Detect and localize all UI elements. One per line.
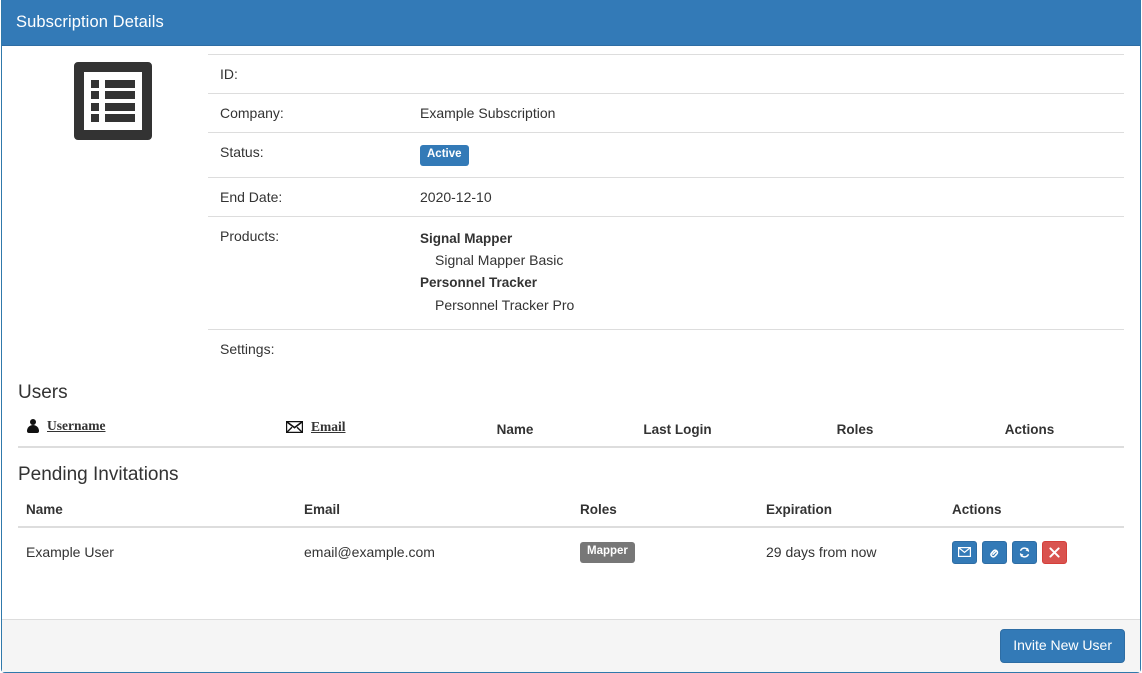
subscription-detail-table: ID: Company: Example Subscription Status…: [208, 54, 1124, 368]
detail-value-settings: [408, 328, 1124, 368]
page-title: Subscription Details: [16, 13, 164, 32]
product-item-name: Personnel Tracker Pro: [435, 296, 575, 313]
detail-label-company: Company:: [208, 93, 408, 133]
product-group-name: Signal Mapper: [420, 230, 513, 246]
invitation-name: Example User: [18, 526, 296, 577]
detail-row-products: Products: Signal Mapper Signal Mapper Ba…: [208, 215, 1124, 330]
action-button-group: [952, 540, 1067, 564]
users-table: Username Email Name Last Login Roles Act…: [18, 417, 1124, 448]
users-section: Users Username Email Name Last Login Rol…: [2, 368, 1140, 448]
person-icon: [26, 418, 39, 433]
detail-row-status: Status: Active: [208, 132, 1124, 177]
list-icon-dot: [91, 91, 99, 100]
detail-value-company: Example Subscription: [408, 93, 1124, 133]
users-column-email-label: Email: [311, 418, 346, 434]
users-table-header-row: Username Email Name Last Login Roles Act…: [18, 417, 1124, 448]
list-icon-dot: [91, 113, 99, 122]
detail-label-end-date: End Date:: [208, 176, 408, 216]
invitation-roles: Mapper: [572, 526, 758, 577]
list-icon-dot: [91, 80, 99, 88]
panel-body: ID: Company: Example Subscription Status…: [2, 46, 1140, 672]
users-section-title: Users: [18, 381, 68, 403]
users-column-last-login: Last Login: [580, 417, 775, 448]
list-icon-bar: [105, 80, 135, 88]
list-icon-row: [91, 102, 135, 111]
list-icon-row: [91, 91, 135, 100]
detail-label-products: Products:: [208, 215, 408, 330]
invitation-expiration: 29 days from now: [758, 526, 944, 577]
invite-new-user-button[interactable]: Invite New User: [1000, 629, 1125, 663]
list-icon-row: [91, 80, 135, 88]
list-icon: [74, 62, 152, 140]
list-icon-bar: [105, 102, 135, 111]
product-item-name: Signal Mapper Basic: [435, 252, 564, 269]
delete-invitation-button[interactable]: [1042, 540, 1067, 564]
subscription-icon-container: [18, 54, 208, 368]
invitations-column-roles: Roles: [572, 501, 758, 528]
role-badge: Mapper: [580, 542, 635, 563]
invitations-column-expiration: Expiration: [758, 501, 944, 528]
detail-value-status: Active: [408, 132, 1124, 177]
list-icon-dot: [91, 102, 99, 111]
users-column-email[interactable]: Email: [278, 417, 450, 448]
resend-invitation-button[interactable]: [952, 540, 977, 564]
detail-row-settings: Settings:: [208, 328, 1124, 368]
panel-footer: Invite New User: [2, 619, 1140, 672]
refresh-invitation-button[interactable]: [1012, 540, 1037, 564]
product-group-name: Personnel Tracker: [420, 275, 538, 291]
invitations-column-name: Name: [18, 501, 296, 528]
subscription-detail-area: ID: Company: Example Subscription Status…: [2, 46, 1140, 368]
list-icon-bar: [105, 113, 135, 122]
detail-label-status: Status:: [208, 132, 408, 177]
table-row: Example User email@example.com Mapper 29…: [18, 526, 1124, 577]
users-column-roles: Roles: [775, 417, 935, 448]
detail-value-end-date: 2020-12-10: [408, 176, 1124, 216]
copy-invitation-link-button[interactable]: [982, 540, 1007, 564]
detail-value-id: [408, 54, 1124, 94]
users-column-username-label: Username: [47, 417, 106, 433]
invitations-header-row: Name Email Roles Expiration Actions: [18, 501, 1124, 528]
subscription-details-panel: Subscription Details ID: Company: Exampl…: [1, 0, 1141, 673]
pending-invitations-title: Pending Invitations: [18, 463, 179, 485]
list-icon-row: [91, 113, 135, 122]
detail-row-end-date: End Date: 2020-12-10: [208, 176, 1124, 216]
detail-row-company: Company: Example Subscription: [208, 93, 1124, 133]
refresh-icon: [1018, 546, 1031, 559]
detail-row-id: ID:: [208, 54, 1124, 94]
users-column-name: Name: [450, 417, 580, 448]
close-icon: [1049, 546, 1060, 558]
users-column-actions: Actions: [935, 417, 1124, 448]
envelope-icon: [958, 547, 971, 558]
detail-label-id: ID:: [208, 54, 408, 94]
invitation-actions: [944, 526, 1124, 577]
panel-header: Subscription Details: [2, 0, 1140, 46]
status-badge: Active: [420, 145, 469, 166]
detail-label-settings: Settings:: [208, 328, 408, 368]
link-icon: [988, 546, 1001, 559]
pending-invitations-table: Name Email Roles Expiration Actions Exam…: [18, 501, 1124, 577]
envelope-icon: [286, 420, 303, 433]
invitations-column-actions: Actions: [944, 501, 1124, 528]
subscription-details-page: Subscription Details ID: Company: Exampl…: [0, 0, 1142, 673]
invitation-email: email@example.com: [296, 526, 572, 577]
users-column-username[interactable]: Username: [18, 417, 278, 448]
list-icon-bar: [105, 91, 135, 100]
invitations-column-email: Email: [296, 501, 572, 528]
detail-value-products: Signal Mapper Signal Mapper Basic Person…: [408, 215, 1124, 330]
pending-invitations-section: Pending Invitations Name Email Roles Exp…: [2, 448, 1140, 577]
